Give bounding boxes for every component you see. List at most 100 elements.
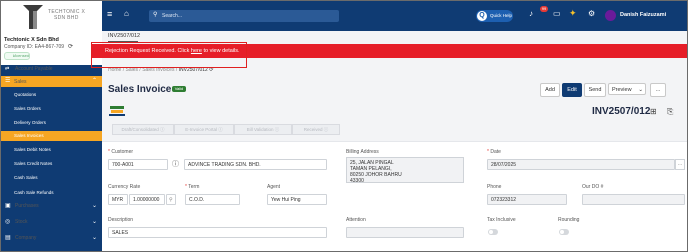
sidebar-item-purchases[interactable]: ▣ Purchases ⌄ [1, 201, 102, 212]
quick-help-button[interactable]: Q Quick Help [476, 10, 513, 22]
send-button[interactable]: Send [584, 83, 606, 97]
quick-help-label: Quick Help [490, 13, 513, 18]
avatar[interactable] [605, 10, 616, 21]
settings-icon[interactable]: ⚙ [588, 9, 595, 18]
rounding-label: Rounding [558, 217, 580, 223]
sidebar-subitem-sales-orders[interactable]: Sales Orders [1, 103, 102, 114]
sidebar-item-account-payable[interactable]: ⇄ Account Payable [1, 65, 102, 73]
help-icon: Q [477, 11, 487, 21]
stock-icon: ◎ [5, 219, 11, 225]
chevron-up-icon: ⌃ [91, 78, 97, 84]
notification-badge: 99 [540, 6, 548, 12]
sidebar-item-label: Account Payable [15, 66, 53, 72]
sidebar-item-label: Company [15, 235, 37, 241]
sidebar-subitem-quotations[interactable]: Quotations [1, 89, 102, 100]
currency-rate-label: Currency Rate [108, 184, 141, 190]
company-info: Techtonic X Sdn Bhd Company ID: EA4-867-… [1, 35, 102, 65]
edit-button[interactable]: Edit [562, 83, 582, 97]
company-logo-icon [23, 5, 43, 29]
account-payable-icon: ⇄ [5, 66, 10, 72]
attention-field[interactable] [346, 227, 464, 238]
customer-name-field[interactable]: ADVINCE TRADING SDN. BHD. [184, 159, 327, 170]
menu-icon[interactable]: ≡ [107, 9, 112, 19]
sidebar-subitem-sales-invoices[interactable]: Sales Invoices [1, 131, 102, 141]
agent-field[interactable]: Yew Hui Ping [267, 194, 327, 205]
sidebar-subitem-sales-credit-notes[interactable]: Sales Credit Notes [1, 158, 102, 169]
search-input[interactable]: ⚲ Search... [149, 10, 339, 22]
more-options-button[interactable]: … [675, 159, 685, 170]
user-name[interactable]: Danish Faizuzami [620, 12, 666, 18]
step-received: Received ⓘ [292, 124, 340, 135]
status-badge: Valid [172, 86, 186, 92]
sidebar-item-stock[interactable]: ◎ Stock ⌄ [1, 217, 102, 228]
sidebar-item-label: Purchases [15, 203, 39, 209]
top-bar: ≡ ⌂ ⚲ Search... Q Quick Help ♪ 99 ▭ ✦ ⚙ … [102, 1, 687, 31]
inbox-icon[interactable]: ▭ [553, 9, 561, 18]
search-placeholder: Search... [162, 12, 183, 19]
company-name: Techtonic X Sdn Bhd [4, 37, 59, 43]
term-field[interactable]: C.O.D. [185, 194, 240, 205]
description-label: Description [108, 217, 134, 223]
step-bill-validation: Bill Validation ⓘ [234, 124, 292, 135]
search-icon: ⚲ [153, 12, 158, 18]
app-window: TECHTONIC X SDN BHD Techtonic X Sdn Bhd … [0, 0, 688, 252]
tax-inclusive-toggle[interactable] [488, 229, 498, 235]
billing-address-field[interactable]: 25, JALAN PINGAL TAMAN PELANGI, 80250 JO… [346, 157, 464, 184]
our-do-field[interactable] [582, 194, 685, 205]
currency-rate-field[interactable]: 1.00000000 [129, 194, 165, 205]
term-label: * Term [185, 184, 200, 190]
phone-label: Phone [487, 184, 502, 190]
invoice-form: * Customer 700-A001 ⓘ ADVINCE TRADING SD… [102, 141, 687, 251]
highlight-annotation-box [91, 42, 247, 68]
qr-code-icon[interactable]: ⊞ [650, 107, 657, 116]
sidebar: TECHTONIC X SDN BHD Techtonic X Sdn Bhd … [1, 1, 102, 251]
sidebar-item-label: Sales [14, 79, 27, 85]
sidebar-subitem-cash-sale-refunds[interactable]: Cash Sale Refunds [1, 187, 102, 198]
step-einvoice-portal: E-Invoice Portal ⓘ [174, 124, 234, 135]
tax-inclusive-label: Tax Inclusive [487, 217, 516, 223]
bell-icon[interactable]: ♪ [529, 9, 533, 18]
customer-code-field[interactable]: 700-A001 [108, 159, 168, 170]
phone-field[interactable]: 072323312 [487, 194, 567, 205]
brand-header: TECHTONIC X SDN BHD [1, 1, 102, 36]
sidebar-item-label: Stock [15, 219, 28, 225]
preview-label: Preview [612, 87, 632, 93]
home-icon[interactable]: ⌂ [124, 9, 129, 18]
company-icon: ▤ [5, 235, 11, 241]
brand-name-line2: SDN BHD [54, 15, 79, 21]
license-status-badge: ✓ Licensed [4, 52, 30, 60]
search-icon[interactable]: ⚲ [166, 194, 176, 205]
refresh-icon[interactable]: ⟳ [68, 43, 73, 50]
chevron-down-icon: ⌄ [91, 203, 97, 209]
sidebar-subitem-cash-sales[interactable]: Cash Sales [1, 172, 102, 183]
sales-icon: ☰ [5, 78, 11, 84]
date-field[interactable]: 28/07/2025 [487, 159, 675, 170]
agent-label: Agent [267, 184, 281, 190]
brand-name: TECHTONIC X SDN BHD [48, 9, 85, 21]
sidebar-item-sales[interactable]: ☰ Sales ⌃ [1, 76, 102, 87]
info-icon[interactable]: ⓘ [172, 159, 179, 169]
rocket-icon[interactable]: ✦ [569, 8, 577, 19]
billing-address-label: Billing Address [346, 149, 379, 155]
description-field[interactable]: SALES [108, 227, 327, 238]
more-button[interactable]: ... [650, 83, 666, 97]
company-id: Company ID: EA4-867-709 [4, 44, 65, 50]
rounding-toggle[interactable] [559, 229, 569, 235]
document-tab[interactable]: INV2507/012 [108, 33, 140, 39]
chevron-down-icon: ⌄ [91, 219, 97, 225]
sidebar-subitem-delivery-orders[interactable]: Delivery Orders [1, 117, 102, 128]
preview-button[interactable]: Preview ⌄ [608, 83, 646, 95]
page-title: Sales Invoice [108, 84, 172, 95]
sidebar-subitem-sales-debit-notes[interactable]: Sales Debit Notes [1, 144, 102, 155]
document-number: INV2507/012 [592, 106, 651, 117]
clipboard-icon[interactable]: ⎘ [667, 107, 673, 117]
einvoice-stamp-icon [109, 106, 125, 116]
license-status-label: Licensed [13, 53, 30, 58]
chevron-down-icon: ⌄ [91, 235, 97, 241]
add-button[interactable]: Add [540, 83, 560, 97]
customer-label: * Customer [108, 149, 134, 155]
currency-code-field[interactable]: MYR [108, 194, 128, 205]
step-draft: Draft/Consolidated ⓘ [112, 124, 174, 135]
date-label: * Date [487, 149, 501, 155]
sidebar-item-company[interactable]: ▤ Company ⌄ [1, 233, 102, 244]
